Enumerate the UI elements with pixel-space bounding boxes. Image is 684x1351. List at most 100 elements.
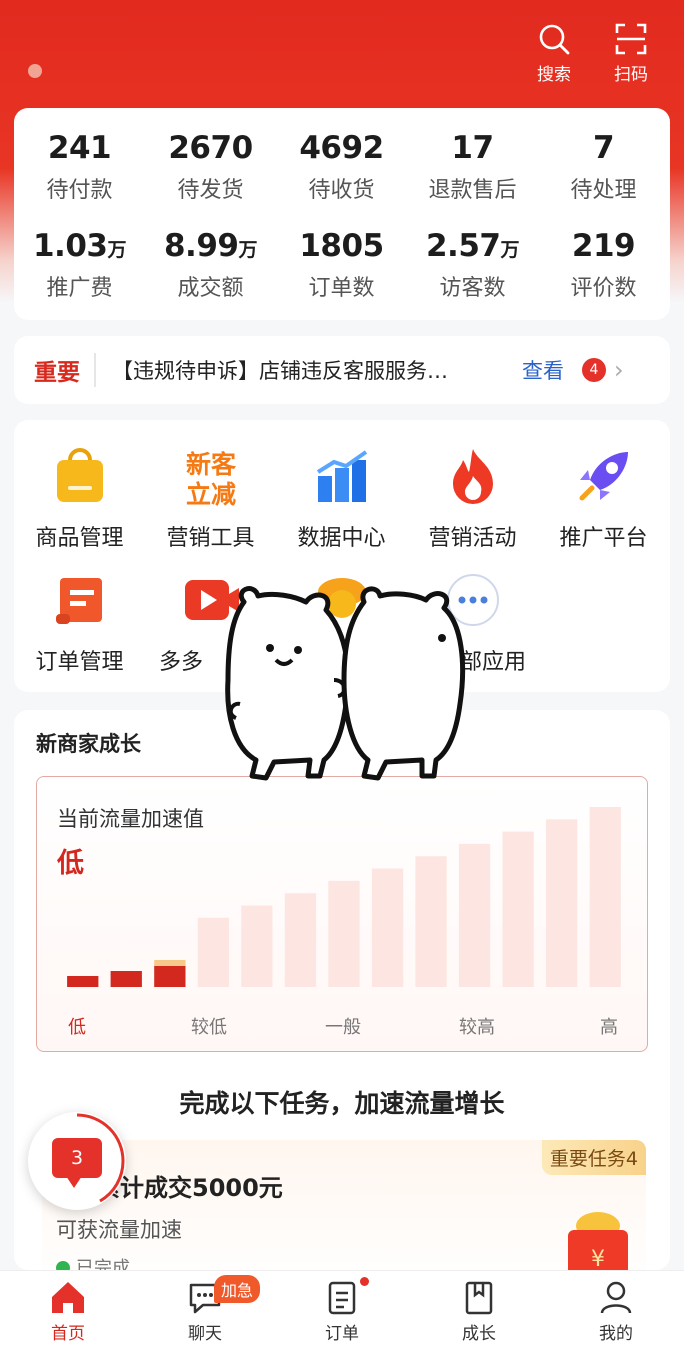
- axis-label-high: 高: [600, 1017, 618, 1038]
- stat-to-process[interactable]: 7 待处理: [538, 130, 669, 204]
- app-promotion-platform[interactable]: 推广平台: [538, 446, 669, 552]
- nav-label: 聊天: [188, 1324, 222, 1344]
- scan-button[interactable]: 扫码: [601, 22, 661, 85]
- traffic-bar: [110, 971, 142, 987]
- axis-label-low: 低: [68, 1017, 86, 1038]
- new-customer-discount-icon: 新客立减: [185, 450, 235, 509]
- nav-growth[interactable]: 成长: [429, 1277, 529, 1344]
- stat-gmv[interactable]: 8.99万成交额: [145, 228, 276, 302]
- store-avatar[interactable]: [28, 64, 42, 78]
- traffic-bar: [371, 868, 404, 987]
- stat-label: 订单数: [308, 276, 375, 301]
- stat-label: 待收货: [308, 178, 375, 203]
- stat-visitors[interactable]: 2.57万 访客数: [407, 228, 538, 302]
- axis-label-lower: 较低: [191, 1017, 227, 1038]
- stat-pending-shipment[interactable]: 2670 待发货: [145, 130, 276, 204]
- stat-value: 17: [451, 130, 494, 166]
- stat-orders[interactable]: 1805 订单数: [276, 228, 407, 302]
- growth-title: 新商家成长: [36, 732, 141, 756]
- stat-unit: 万: [238, 239, 257, 261]
- stat-value: 2670: [168, 130, 253, 166]
- traffic-bar: [589, 807, 621, 987]
- nav-label: 首页: [51, 1324, 85, 1344]
- notice-text: 【违规待申诉】店铺违反客服服务…: [112, 359, 448, 383]
- app-label: 营销活动: [428, 526, 517, 551]
- app-product-management[interactable]: 商品管理: [14, 446, 145, 552]
- stat-unit: 万: [500, 239, 519, 261]
- stat-refunds[interactable]: 17 退款售后: [407, 130, 538, 204]
- icon-text-top: 新客: [185, 450, 235, 479]
- important-notice-bar[interactable]: 重要 【违规待申诉】店铺违反客服服务… 查看 4 ›: [14, 336, 670, 404]
- stat-value: 8.99: [163, 228, 239, 264]
- stat-value: 7: [592, 130, 615, 166]
- traffic-bar: [415, 856, 447, 987]
- nav-label: 我的: [599, 1324, 633, 1344]
- app-marketing-events[interactable]: 营销活动: [407, 446, 538, 552]
- stat-value: 219: [571, 228, 636, 264]
- shopping-bag-icon: [56, 448, 103, 502]
- app-label: 数据中心: [297, 526, 386, 551]
- stat-value: 1.03: [32, 228, 108, 264]
- fire-icon: [452, 449, 493, 504]
- app-data-center[interactable]: 数据中心: [276, 446, 407, 552]
- traffic-boost-chart[interactable]: 当前流量加速值 低 低 较低 一般 较高 高: [36, 776, 648, 1052]
- svg-text:¥: ¥: [591, 1247, 605, 1272]
- stat-value: 4692: [299, 130, 384, 166]
- scan-icon: [615, 23, 647, 55]
- stat-pending-payment[interactable]: 241 待付款: [14, 130, 145, 204]
- stat-reviews[interactable]: 219 评价数: [538, 228, 669, 302]
- axis-label-higher: 较高: [459, 1017, 495, 1038]
- stats-card: 241 待付款 2670 待发货 4692 待收货 17 退款售后 7 待处理 1.03万…: [14, 108, 670, 320]
- axis-label-medium: 一般: [325, 1017, 361, 1038]
- chart-axis: 低 较低 一般 较高 高: [37, 1013, 649, 1038]
- message-count-bubble: 3: [52, 1138, 102, 1188]
- traffic-bar-cap: [154, 960, 186, 966]
- order-scroll-icon: [55, 578, 102, 624]
- chat-urgent-badge: 加急: [214, 1275, 261, 1303]
- app-marketing-tools[interactable]: 新客 立减 营销工具: [145, 446, 276, 552]
- rocket-icon: [579, 452, 628, 501]
- stat-label: 待付款: [46, 178, 113, 203]
- notice-tag: 重要: [34, 353, 96, 387]
- stat-label: 访客数: [439, 276, 506, 301]
- search-icon: [539, 24, 570, 55]
- stat-pending-receipt[interactable]: 4692 待收货: [276, 130, 407, 204]
- app-label: 营销工具: [166, 526, 255, 551]
- nav-home[interactable]: 首页: [18, 1277, 118, 1344]
- app-label: 推广平台: [559, 526, 648, 551]
- traffic-bar: [284, 893, 317, 987]
- chevron-right-icon: ›: [614, 356, 624, 384]
- app-label: 商品管理: [35, 526, 124, 551]
- stat-value: 1805: [299, 228, 384, 264]
- traffic-bar: [458, 843, 491, 987]
- traffic-bar: [546, 819, 578, 987]
- stat-unit: 万: [107, 239, 126, 261]
- stat-label: 评价数: [570, 276, 637, 301]
- scan-label: 扫码: [614, 65, 648, 85]
- stat-label: 推广费: [46, 276, 113, 301]
- stat-label: 待发货: [177, 178, 244, 203]
- bear-sticker-overlay: [225, 586, 466, 781]
- stat-label: 成交额: [177, 276, 244, 301]
- nav-label: 成长: [462, 1324, 496, 1344]
- floating-message-button[interactable]: 3: [28, 1112, 126, 1210]
- notice-view-link[interactable]: 查看: [522, 355, 564, 385]
- nav-me[interactable]: 我的: [566, 1277, 666, 1344]
- stat-label: 待处理: [570, 178, 637, 203]
- traffic-bar: [197, 917, 229, 987]
- nav-orders[interactable]: 订单: [292, 1277, 392, 1344]
- stat-value: 241: [47, 130, 112, 166]
- traffic-bar: [502, 831, 534, 987]
- task-tag: 重要任务4: [541, 1140, 646, 1175]
- traffic-bar: [154, 966, 186, 987]
- nav-label: 订单: [325, 1324, 359, 1344]
- bar-chart-icon: [316, 450, 367, 502]
- task-subtitle: 可获流量加速: [56, 1218, 182, 1242]
- home-icon: [52, 1282, 84, 1313]
- stat-promotion-fee[interactable]: 1.03万推广费: [14, 228, 145, 302]
- search-button[interactable]: 搜索: [524, 22, 584, 85]
- traffic-bar: [241, 905, 273, 987]
- traffic-bars: [67, 807, 621, 987]
- task-card[interactable]: 重要任务4 累计成交5000元 可获流量加速 已完成 ¥: [42, 1140, 646, 1290]
- app-order-management[interactable]: 订单管理: [14, 570, 145, 676]
